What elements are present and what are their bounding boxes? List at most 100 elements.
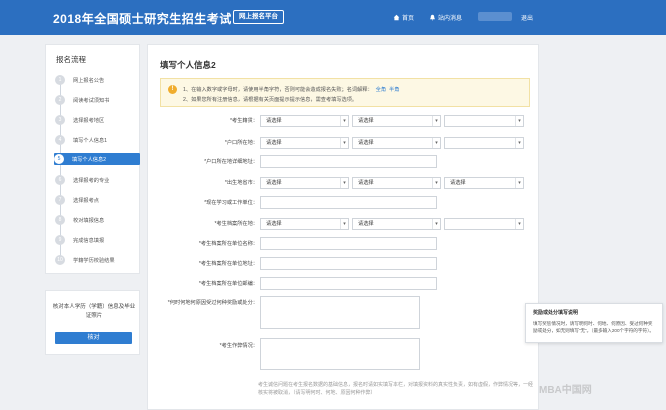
watermark-logo: MBA中国网 — [539, 385, 592, 396]
cheating-label: *考生作弊情况： — [219, 343, 258, 349]
step-number: 1 — [55, 75, 65, 85]
step-item-1[interactable]: 1 网上报名公告 — [55, 74, 135, 86]
verify-description: 核对本人学历（学籍）信息及毕业证照片 — [52, 304, 136, 319]
sidebar-title: 报名流程 — [56, 55, 86, 64]
process-sidebar: 报名流程 1 网上报名公告 2 阅读考试须知书 3 选择报考地区 4 填写个人信… — [45, 44, 140, 274]
select-value: 请选择 — [358, 180, 374, 186]
top-header-bar: 2018年全国硕士研究生招生考试 网上报名平台 首页 站内消息 退出 — [0, 0, 666, 35]
file-city-select[interactable]: 请选择 ▾ — [352, 218, 441, 230]
chevron-down-icon: ▾ — [340, 138, 348, 148]
select-value: 请选择 — [266, 140, 282, 146]
verify-button[interactable]: 核对 — [55, 332, 132, 344]
rewards-tooltip: 奖励或处分填写说明 填写奖惩情况时，请写明何时、何地、何原因、受过何种奖励或处分… — [525, 303, 663, 343]
select-value: 请选择 — [266, 180, 282, 186]
step-number: 6 — [55, 175, 65, 185]
chevron-down-icon: ▾ — [432, 178, 440, 188]
home-label: 首页 — [402, 16, 415, 22]
step-label: 填写个人信息2 — [72, 156, 107, 163]
file-unit-name-label: *考生档案所在单位名称： — [198, 241, 258, 247]
rewards-label: *何时何地何原因受过何种奖励或处分： — [167, 300, 258, 306]
step-label: 阅读考试须知书 — [73, 97, 110, 104]
page-title: 填写个人信息2 — [160, 60, 216, 70]
hukou-province-select[interactable]: 请选择 ▾ — [260, 137, 349, 149]
birthplace-city-select[interactable]: 请选择 ▾ — [352, 115, 441, 127]
step-label: 完成信息填报 — [73, 237, 105, 244]
home-icon — [393, 14, 400, 21]
chevron-down-icon: ▾ — [432, 138, 440, 148]
messages-label: 站内消息 — [438, 16, 463, 22]
messages-link[interactable]: 站内消息 — [429, 13, 462, 22]
hukou-city-select[interactable]: 请选择 ▾ — [352, 137, 441, 149]
home-link[interactable]: 首页 — [393, 13, 414, 22]
hukou-location-label: *户口所在地： — [224, 140, 258, 146]
step-item-8[interactable]: 8 校对填报信息 — [55, 214, 135, 226]
birthplace-province-select[interactable]: 请选择 ▾ — [260, 115, 349, 127]
rewards-textarea[interactable] — [260, 296, 420, 329]
chevron-down-icon: ▾ — [340, 178, 348, 188]
chevron-down-icon: ▾ — [340, 116, 348, 126]
birth-province-select[interactable]: 请选择 ▾ — [260, 177, 349, 189]
step-label: 填写个人信息1 — [73, 137, 108, 144]
file-unit-address-input[interactable] — [260, 257, 437, 270]
birth-city-select[interactable]: 请选择 ▾ — [352, 177, 441, 189]
step-item-3[interactable]: 3 选择报考地区 — [55, 114, 135, 126]
file-unit-name-input[interactable] — [260, 237, 437, 250]
current-work-input[interactable] — [260, 196, 437, 209]
verify-education-panel: 核对本人学历（学籍）信息及毕业证照片 核对 — [45, 290, 140, 355]
bell-icon — [430, 14, 435, 21]
step-number: 9 — [55, 235, 65, 245]
chevron-down-icon: ▾ — [515, 219, 523, 229]
chevron-down-icon: ▾ — [515, 116, 523, 126]
hukou-county-select[interactable]: ▾ — [444, 137, 524, 149]
chevron-down-icon: ▾ — [515, 178, 523, 188]
file-unit-postcode-label: *考生档案所在单位邮编： — [198, 281, 258, 287]
step-item-10[interactable]: 10 学籍学历校验结果 — [55, 254, 135, 266]
step-number: 2 — [55, 95, 65, 105]
step-number: 10 — [55, 255, 65, 265]
cheating-textarea[interactable] — [260, 338, 420, 370]
select-value: 请选择 — [266, 221, 282, 227]
file-province-select[interactable]: 请选择 ▾ — [260, 218, 349, 230]
step-number: 4 — [55, 135, 65, 145]
step-item-4[interactable]: 4 填写个人信息1 — [55, 134, 135, 146]
step-number: 3 — [55, 115, 65, 125]
birth-city-label: *出生地省市： — [224, 180, 258, 186]
birth-county-select[interactable]: 请选择 ▾ — [444, 177, 524, 189]
step-number: 7 — [55, 195, 65, 205]
step-label: 学籍学历校验结果 — [73, 257, 115, 264]
tooltip-body: 填写奖惩情况时，请写明何时、何地、何原因、受过何种奖励或处分，如无则填写“无”。… — [533, 321, 654, 333]
step-label: 校对填报信息 — [73, 217, 105, 224]
fullwidth-link[interactable]: 全角 — [376, 87, 386, 93]
step-number: 8 — [55, 215, 65, 225]
step-item-5-active[interactable]: 5 填写个人信息2 — [54, 153, 140, 165]
step-label: 网上报名公告 — [73, 77, 105, 84]
chevron-down-icon: ▾ — [340, 219, 348, 229]
hukou-address-label: *户口所在地详细地址： — [204, 159, 258, 165]
step-number: 5 — [54, 154, 64, 164]
username-badge — [478, 12, 512, 21]
tooltip-title: 奖励或处分填写说明 — [533, 310, 579, 316]
step-label: 选择报考点 — [73, 197, 99, 204]
chevron-down-icon: ▾ — [432, 116, 440, 126]
step-item-9[interactable]: 9 完成信息填报 — [55, 234, 135, 246]
select-value: 请选择 — [358, 118, 374, 124]
main-form-panel: 填写个人信息2 ! 1、在输入数字或字母时，请使用半角字符，否则可能会造成报名失… — [147, 44, 539, 410]
step-label: 选择报考的专业 — [73, 177, 110, 184]
file-unit-address-label: *考生档案所在单位地址： — [198, 261, 258, 267]
notice-line-1: 1、在输入数字或字母时，请使用半角字符，否则可能会造成报名失败；名词解释： 全角半… — [183, 86, 399, 93]
notice-text-1: 1、在输入数字或字母时，请使用半角字符，否则可能会造成报名失败；名词解释： — [183, 87, 373, 93]
halfwidth-link[interactable]: 半角 — [389, 87, 399, 93]
file-unit-postcode-input[interactable] — [260, 277, 437, 290]
step-item-6[interactable]: 6 选择报考的专业 — [55, 174, 135, 186]
select-value: 请选择 — [450, 180, 466, 186]
birthplace-county-select[interactable]: ▾ — [444, 115, 524, 127]
file-location-label: *考生档案所在地： — [214, 221, 258, 227]
step-item-2[interactable]: 2 阅读考试须知书 — [55, 94, 135, 106]
file-county-select[interactable]: ▾ — [444, 218, 524, 230]
hukou-address-input[interactable] — [260, 155, 437, 168]
platform-badge: 网上报名平台 — [233, 10, 284, 24]
step-item-7[interactable]: 7 选择报考点 — [55, 194, 135, 206]
warning-icon: ! — [168, 85, 177, 94]
logout-link[interactable]: 退出 — [521, 13, 533, 22]
current-work-label: *现在学习或工作单位： — [204, 200, 258, 206]
